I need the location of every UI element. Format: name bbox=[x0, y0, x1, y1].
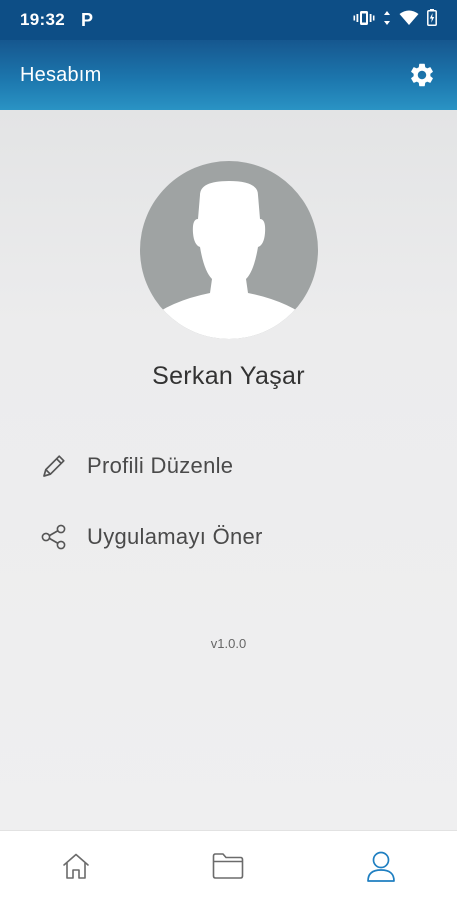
app-version: v1.0.0 bbox=[210, 636, 247, 651]
user-name: Serkan Yaşar bbox=[152, 362, 305, 390]
person-silhouette-icon bbox=[146, 181, 312, 339]
folder-icon bbox=[213, 852, 244, 879]
edit-profile-label: Profili Düzenle bbox=[87, 453, 234, 478]
notification-letter: P bbox=[80, 9, 93, 30]
gear-icon bbox=[411, 63, 433, 87]
status-time: 19:32 bbox=[20, 10, 65, 29]
bottom-nav bbox=[0, 830, 457, 900]
profile-content: Serkan Yaşar Profili Düzenle Uygulamayı … bbox=[0, 110, 457, 830]
edit-profile-item[interactable]: Profili Düzenle bbox=[38, 444, 418, 488]
battery-icon bbox=[427, 9, 437, 31]
home-icon bbox=[63, 853, 89, 879]
wifi-icon bbox=[399, 10, 419, 31]
data-arrows-icon bbox=[383, 10, 391, 31]
user-icon bbox=[366, 851, 395, 882]
nav-home[interactable] bbox=[0, 831, 152, 900]
nav-account[interactable] bbox=[305, 831, 457, 900]
avatar bbox=[140, 161, 318, 339]
page-title: Hesabım bbox=[20, 63, 102, 86]
vibrate-icon bbox=[353, 10, 375, 31]
recommend-app-item[interactable]: Uygulamayı Öner bbox=[38, 515, 418, 559]
status-icons bbox=[353, 9, 437, 31]
app-bar: Hesabım bbox=[0, 40, 457, 110]
nav-folder[interactable] bbox=[152, 831, 304, 900]
status-bar: 19:32 P bbox=[0, 0, 457, 40]
settings-button[interactable] bbox=[407, 60, 437, 90]
share-icon bbox=[38, 521, 70, 553]
recommend-app-label: Uygulamayı Öner bbox=[87, 524, 263, 549]
pencil-icon bbox=[38, 450, 70, 482]
